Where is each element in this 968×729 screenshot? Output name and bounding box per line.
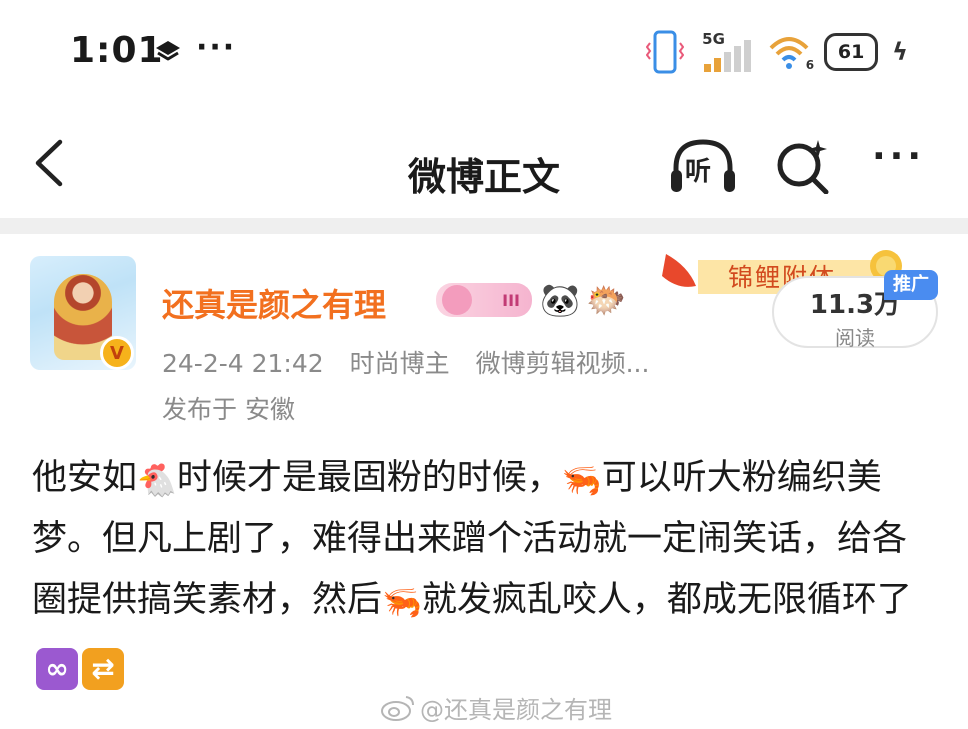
listen-label: 听	[685, 157, 712, 187]
weibo-logo-icon	[381, 695, 414, 721]
member-badge[interactable]: III	[436, 283, 532, 317]
post-meta: 24-2-4 21:42 时尚博主 微博剪辑视频...	[162, 344, 667, 380]
read-label: 阅读	[835, 326, 875, 350]
username[interactable]: 还真是颜之有理	[162, 280, 386, 326]
verified-badge-icon: V	[100, 336, 134, 370]
watermark: @还真是颜之有理	[380, 690, 612, 725]
author-tag: 时尚博主	[349, 349, 450, 378]
post-location: 发布于 安徽	[162, 395, 295, 424]
wifi-icon: 6	[768, 32, 814, 72]
chicken-icon: 🐔	[137, 461, 177, 499]
content-text-2: 时候才是最固粉的时候，	[176, 458, 562, 498]
infinity-icon: ∞	[36, 648, 78, 690]
pufferfish-icon: 🐡	[586, 281, 626, 319]
member-level: III	[502, 290, 520, 310]
status-more-icon: ···	[196, 30, 237, 65]
section-divider	[0, 218, 968, 234]
content-text-4: 就发疯乱咬人，都成无限循环了	[421, 580, 912, 620]
repeat-icon: ⇄	[82, 648, 124, 690]
phone-vibrate-icon	[646, 30, 685, 74]
status-time: 1:01	[70, 30, 164, 71]
search-icon[interactable]	[774, 136, 832, 194]
watermark-text: @还真是颜之有理	[420, 696, 612, 724]
pig-icon	[442, 285, 472, 315]
layers-icon	[156, 41, 180, 61]
battery-icon: 61	[824, 33, 879, 71]
panda-icon: 🐼	[540, 281, 580, 319]
wifi-badge: 6	[805, 58, 815, 72]
shrimp-icon: 🦐	[382, 583, 422, 621]
post-content: 他安如🐔时候才是最固粉的时候，🦐可以听大粉编织美梦。但凡上剧了，难得出来蹭个活动…	[32, 448, 912, 692]
content-text-1: 他安如	[32, 458, 138, 498]
author-tag-2: 微博剪辑视频...	[475, 349, 650, 378]
post-date: 24-2-4 21:42	[162, 349, 324, 378]
cellular-signal-icon: 5G	[698, 30, 754, 74]
more-options-icon[interactable]: ···	[872, 136, 925, 177]
promo-tag[interactable]: 推广	[884, 270, 938, 300]
bolt-icon: ϟ	[892, 38, 908, 66]
listen-button[interactable]: 听	[668, 136, 738, 196]
shrimp-icon: 🦐	[561, 461, 602, 499]
status-icons: 5G 6 61 ϟ	[646, 28, 908, 76]
battery-level: 61	[837, 41, 865, 63]
status-bar: 1:01 ··· 5G 6 61 ϟ	[0, 0, 968, 100]
nav-bar: 微博正文 听 ···	[0, 108, 968, 218]
